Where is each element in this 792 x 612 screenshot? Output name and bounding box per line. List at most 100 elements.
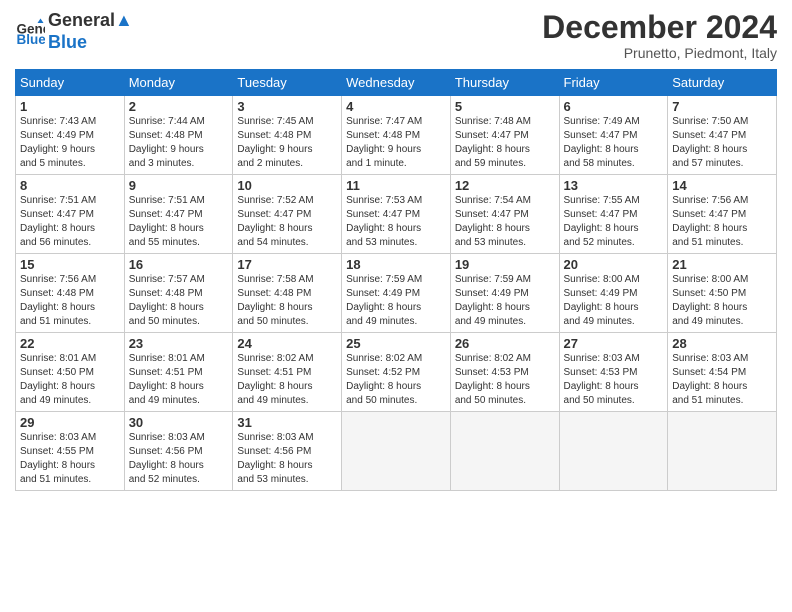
day-number: 30: [129, 415, 229, 430]
day-detail: Daylight: 8 hours: [237, 223, 312, 234]
day-detail: Daylight: 8 hours: [455, 144, 530, 155]
day-detail: Sunset: 4:53 PM: [455, 367, 529, 378]
day-number: 21: [672, 257, 772, 272]
day-detail: Sunrise: 7:59 AM: [455, 274, 531, 285]
day-detail: and 3 minutes.: [129, 158, 195, 169]
day-detail: and 49 minutes.: [346, 316, 417, 327]
calendar-cell: 11Sunrise: 7:53 AMSunset: 4:47 PMDayligh…: [342, 175, 451, 254]
calendar-cell: [668, 412, 777, 491]
day-detail: Sunset: 4:47 PM: [672, 209, 746, 220]
calendar-cell: 21Sunrise: 8:00 AMSunset: 4:50 PMDayligh…: [668, 254, 777, 333]
day-detail: Sunset: 4:47 PM: [237, 209, 311, 220]
day-detail: and 49 minutes.: [672, 316, 743, 327]
day-detail: Daylight: 8 hours: [20, 381, 95, 392]
day-number: 23: [129, 336, 229, 351]
day-detail: Sunrise: 7:56 AM: [672, 195, 748, 206]
day-number: 3: [237, 99, 337, 114]
day-detail: Sunrise: 7:55 AM: [564, 195, 640, 206]
day-number: 20: [564, 257, 664, 272]
calendar-cell: 17Sunrise: 7:58 AMSunset: 4:48 PMDayligh…: [233, 254, 342, 333]
day-detail: and 56 minutes.: [20, 237, 91, 248]
day-detail: and 52 minutes.: [564, 237, 635, 248]
day-detail: Sunrise: 8:03 AM: [237, 432, 313, 443]
calendar-cell: 7Sunrise: 7:50 AMSunset: 4:47 PMDaylight…: [668, 96, 777, 175]
col-wednesday: Wednesday: [342, 70, 451, 96]
calendar-cell: [559, 412, 668, 491]
day-detail: Sunset: 4:50 PM: [20, 367, 94, 378]
page-container: General Blue General▲ Blue December 2024…: [0, 0, 792, 501]
day-detail: and 50 minutes.: [129, 316, 200, 327]
day-detail: and 51 minutes.: [20, 316, 91, 327]
day-number: 15: [20, 257, 120, 272]
calendar-cell: 26 Sunrise: 8:02 AM Sunset: 4:53 PM Dayligh…: [450, 333, 559, 412]
logo-blue: Blue: [48, 32, 133, 54]
calendar-cell: 24Sunrise: 8:02 AMSunset: 4:51 PMDayligh…: [233, 333, 342, 412]
day-detail: Sunset: 4:47 PM: [455, 130, 529, 141]
calendar-cell: 9Sunrise: 7:51 AMSunset: 4:47 PMDaylight…: [124, 175, 233, 254]
day-number: 29: [20, 415, 120, 430]
location-subtitle: Prunetto, Piedmont, Italy: [542, 45, 777, 61]
day-detail: Sunset: 4:47 PM: [129, 209, 203, 220]
calendar-cell: 28Sunrise: 8:03 AMSunset: 4:54 PMDayligh…: [668, 333, 777, 412]
day-detail: and 49 minutes.: [455, 316, 526, 327]
day-detail: Sunrise: 8:02 AM: [455, 353, 531, 364]
calendar-cell: 5Sunrise: 7:48 AMSunset: 4:47 PMDaylight…: [450, 96, 559, 175]
day-number: 28: [672, 336, 772, 351]
day-detail: Sunset: 4:49 PM: [346, 288, 420, 299]
day-detail: and 52 minutes.: [129, 474, 200, 485]
day-number: 26: [455, 336, 555, 351]
day-number: 12: [455, 178, 555, 193]
day-detail: and 1 minute.: [346, 158, 407, 169]
day-detail: Sunset: 4:47 PM: [455, 209, 529, 220]
day-detail: and 50 minutes.: [455, 395, 526, 406]
day-detail: and 57 minutes.: [672, 158, 743, 169]
day-detail: Sunrise: 8:01 AM: [20, 353, 96, 364]
day-detail: Sunrise: 7:44 AM: [129, 116, 205, 127]
day-detail: Daylight: 8 hours: [672, 381, 747, 392]
day-detail: Sunrise: 7:51 AM: [129, 195, 205, 206]
col-saturday: Saturday: [668, 70, 777, 96]
day-number: 19: [455, 257, 555, 272]
calendar-cell: 10Sunrise: 7:52 AMSunset: 4:47 PMDayligh…: [233, 175, 342, 254]
day-detail: Sunrise: 7:58 AM: [237, 274, 313, 285]
day-detail: Sunset: 4:54 PM: [672, 367, 746, 378]
day-detail: Daylight: 8 hours: [564, 144, 639, 155]
day-number: 9: [129, 178, 229, 193]
calendar-cell: 15Sunrise: 7:56 AMSunset: 4:48 PMDayligh…: [16, 254, 125, 333]
day-detail: and 2 minutes.: [237, 158, 303, 169]
col-friday: Friday: [559, 70, 668, 96]
day-number: 22: [20, 336, 120, 351]
day-number: 16: [129, 257, 229, 272]
day-detail: Daylight: 8 hours: [564, 223, 639, 234]
day-detail: Daylight: 8 hours: [346, 381, 421, 392]
day-detail: and 51 minutes.: [20, 474, 91, 485]
day-detail: Sunrise: 7:54 AM: [455, 195, 531, 206]
day-detail: Sunrise: 7:47 AM: [346, 116, 422, 127]
day-detail: Sunrise: 8:03 AM: [129, 432, 205, 443]
day-number: 27: [564, 336, 664, 351]
day-detail: Daylight: 8 hours: [237, 302, 312, 313]
day-detail: Sunset: 4:48 PM: [129, 288, 203, 299]
day-detail: Sunset: 4:49 PM: [20, 130, 94, 141]
day-number: 11: [346, 178, 446, 193]
day-detail: Daylight: 8 hours: [564, 302, 639, 313]
calendar-cell: [450, 412, 559, 491]
day-detail: and 49 minutes.: [564, 316, 635, 327]
day-detail: Sunrise: 8:03 AM: [564, 353, 640, 364]
day-detail: Sunrise: 7:56 AM: [20, 274, 96, 285]
day-number: 17: [237, 257, 337, 272]
day-detail: and 53 minutes.: [455, 237, 526, 248]
day-number: 5: [455, 99, 555, 114]
col-sunday: Sunday: [16, 70, 125, 96]
calendar-cell: 25Sunrise: 8:02 AMSunset: 4:52 PMDayligh…: [342, 333, 451, 412]
col-thursday: Thursday: [450, 70, 559, 96]
day-detail: Daylight: 8 hours: [20, 223, 95, 234]
day-detail: Daylight: 9 hours: [237, 144, 312, 155]
day-detail: Sunrise: 8:02 AM: [346, 353, 422, 364]
day-number: 18: [346, 257, 446, 272]
day-detail: Daylight: 8 hours: [129, 381, 204, 392]
day-detail: and 53 minutes.: [346, 237, 417, 248]
day-detail: Sunrise: 8:03 AM: [20, 432, 96, 443]
day-detail: Daylight: 8 hours: [455, 381, 530, 392]
calendar-row: 15 Sunrise: 7:56 AM Sunset: 4:48 PM Dayligh…: [16, 254, 777, 333]
